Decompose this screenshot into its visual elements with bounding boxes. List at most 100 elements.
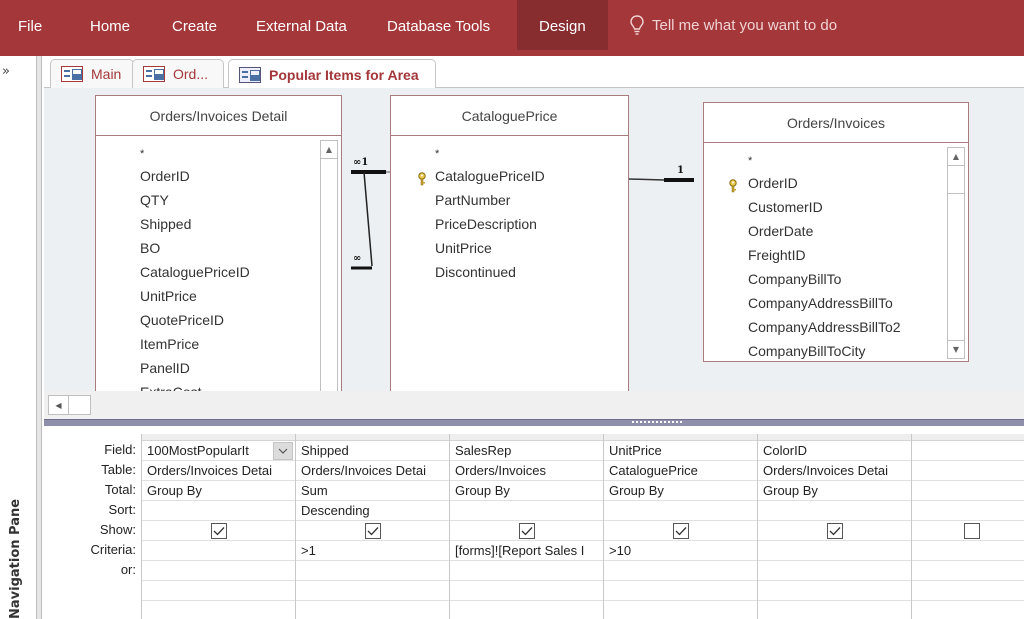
expand-nav-pane-button[interactable]: » [2, 64, 10, 79]
grid-cell-criteria[interactable]: >10 [604, 541, 757, 561]
field-item[interactable]: CompanyBillTo [704, 267, 968, 291]
grid-cell-empty[interactable] [912, 601, 1024, 619]
grid-cell-or[interactable] [142, 561, 295, 581]
field-all-columns[interactable]: * [96, 140, 341, 164]
grid-cell-table[interactable]: Orders/Invoices Detai [142, 461, 295, 481]
field-item[interactable]: CompanyAddressBillTo [704, 291, 968, 315]
field-all-columns[interactable]: * [704, 147, 968, 171]
grid-cell-criteria[interactable] [758, 541, 911, 561]
grid-cell-show[interactable] [296, 521, 449, 541]
grid-cell-or[interactable] [912, 561, 1024, 581]
grid-cell-table[interactable] [912, 461, 1024, 481]
field-list-scrollbar[interactable]: ▲ [320, 140, 338, 391]
grid-cell-empty[interactable] [296, 581, 449, 601]
grid-cell-sort[interactable]: Descending [296, 501, 449, 521]
grid-cell-empty[interactable] [604, 601, 757, 619]
field-item[interactable]: UnitPrice [391, 236, 628, 260]
grid-cell-or[interactable] [758, 561, 911, 581]
field-item[interactable]: OrderID [96, 164, 341, 188]
column-selector[interactable] [604, 434, 757, 441]
grid-cell-field[interactable] [912, 441, 1024, 461]
grid-cell-empty[interactable] [912, 581, 1024, 601]
ribbon-tab-external-data[interactable]: External Data [252, 0, 351, 50]
field-item[interactable]: ItemPrice [96, 332, 341, 356]
grid-cell-sort[interactable] [912, 501, 1024, 521]
grid-cell-field[interactable]: SalesRep [450, 441, 603, 461]
field-item[interactable]: PartNumber [391, 188, 628, 212]
show-checkbox[interactable] [364, 522, 381, 539]
field-item[interactable]: CustomerID [704, 195, 968, 219]
grid-cell-criteria[interactable] [142, 541, 295, 561]
field-item[interactable]: PriceDescription [391, 212, 628, 236]
column-selector[interactable] [142, 434, 295, 441]
field-item[interactable]: FreightID [704, 243, 968, 267]
field-item[interactable]: OrderDate [704, 219, 968, 243]
field-item[interactable]: ExtraCost [96, 380, 341, 391]
field-list-orders-invoices[interactable]: Orders/Invoices * OrderID CustomerID OrderD… [703, 102, 969, 362]
show-checkbox[interactable] [518, 522, 535, 539]
grid-cell-empty[interactable] [450, 601, 603, 619]
grid-cell-total[interactable] [912, 481, 1024, 501]
grid-cell-field[interactable]: 100MostPopularIt [142, 441, 295, 461]
grid-cell-empty[interactable] [604, 581, 757, 601]
field-item[interactable]: CompanyBillToCity [704, 339, 968, 363]
horizontal-scroll-control[interactable]: ◀ [48, 395, 91, 415]
grid-cell-empty[interactable] [758, 581, 911, 601]
field-item[interactable]: CataloguePriceID [391, 164, 628, 188]
scroll-down-icon[interactable]: ▼ [948, 340, 964, 358]
grid-cell-field[interactable]: ColorID [758, 441, 911, 461]
field-item[interactable]: UnitPrice [96, 284, 341, 308]
grid-cell-sort[interactable] [450, 501, 603, 521]
ribbon-tab-home[interactable]: Home [86, 0, 134, 50]
grid-cell-sort[interactable] [142, 501, 295, 521]
field-item[interactable]: OrderID [704, 171, 968, 195]
grid-cell-or[interactable] [296, 561, 449, 581]
grid-cell-sort[interactable] [604, 501, 757, 521]
grid-cell-criteria[interactable]: [forms]![Report Sales I [450, 541, 603, 561]
grid-cell-empty[interactable] [142, 601, 295, 619]
field-item[interactable]: QuotePriceID [96, 308, 341, 332]
grid-cell-show[interactable] [450, 521, 603, 541]
column-selector[interactable] [912, 434, 1024, 441]
grid-cell-criteria[interactable]: >1 [296, 541, 449, 561]
grid-cell-show[interactable] [912, 521, 1024, 541]
show-checkbox[interactable] [672, 522, 689, 539]
scroll-left-icon[interactable]: ◀ [49, 396, 69, 414]
field-item[interactable]: QTY [96, 188, 341, 212]
show-checkbox[interactable] [210, 522, 227, 539]
grid-cell-empty[interactable] [142, 581, 295, 601]
field-item[interactable]: CompanyAddressBillTo2 [704, 315, 968, 339]
ribbon-tab-file[interactable]: File [14, 0, 46, 50]
column-selector[interactable] [450, 434, 603, 441]
field-item[interactable]: BO [96, 236, 341, 260]
doc-tab-popular-items-for-area[interactable]: Popular Items for Area [228, 59, 436, 89]
grid-cell-empty[interactable] [758, 601, 911, 619]
grid-cell-total[interactable]: Sum [296, 481, 449, 501]
grid-cell-show[interactable] [142, 521, 295, 541]
grid-cell-empty[interactable] [450, 581, 603, 601]
show-checkbox[interactable] [826, 522, 843, 539]
field-list-title[interactable]: CataloguePrice [391, 96, 628, 136]
ribbon-tab-design[interactable]: Design [517, 0, 608, 50]
nav-pane-splitter[interactable] [36, 56, 42, 619]
navigation-pane-label[interactable]: Navigation Pane [8, 499, 23, 619]
show-checkbox[interactable] [963, 522, 980, 539]
grid-cell-table[interactable]: Orders/Invoices [450, 461, 603, 481]
column-selector[interactable] [758, 434, 911, 441]
splitter-grip-icon[interactable] [632, 421, 682, 425]
grid-cell-empty[interactable] [296, 601, 449, 619]
doc-tab-orders[interactable]: Ord... [132, 59, 224, 88]
scroll-up-icon[interactable]: ▲ [321, 141, 337, 159]
field-item[interactable]: PanelID [96, 356, 341, 380]
scroll-up-icon[interactable]: ▲ [948, 148, 964, 166]
field-list-scrollbar[interactable]: ▲ ▼ [947, 147, 965, 359]
field-item[interactable]: CataloguePriceID [96, 260, 341, 284]
field-list-title[interactable]: Orders/Invoices [704, 103, 968, 143]
grid-cell-show[interactable] [758, 521, 911, 541]
grid-cell-total[interactable]: Group By [758, 481, 911, 501]
field-list-catalogue-price[interactable]: CataloguePrice * CataloguePriceID PartNumb… [390, 95, 629, 391]
field-all-columns[interactable]: * [391, 140, 628, 164]
grid-cell-total[interactable]: Group By [604, 481, 757, 501]
ribbon-tab-create[interactable]: Create [168, 0, 221, 50]
grid-cell-show[interactable] [604, 521, 757, 541]
